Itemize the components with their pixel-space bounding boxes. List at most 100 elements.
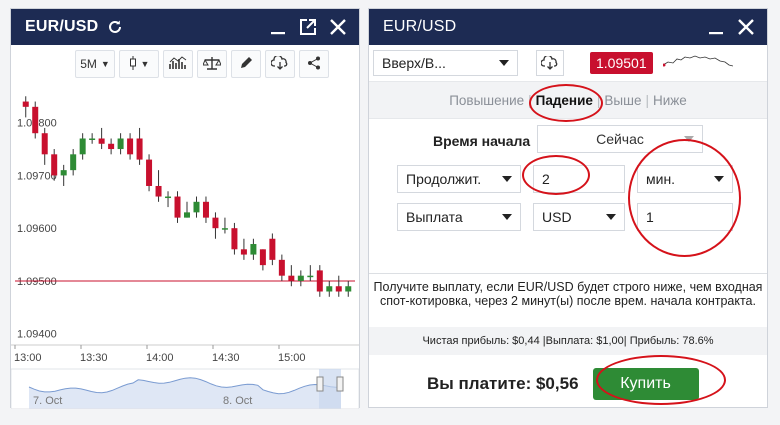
price-chart[interactable]: 1.098001.097001.096001.095001.0940013:00… [11, 83, 359, 409]
y-tick-label: 1.09600 [17, 223, 57, 235]
candle-body [136, 138, 143, 160]
share-icon [307, 56, 321, 73]
navigator-label: 7. Oct [33, 395, 62, 407]
candle-body [108, 143, 115, 150]
tab-fall[interactable]: Падение [536, 93, 593, 108]
chart-toolbar: 5M ▼ ▼ [11, 45, 359, 83]
candle-body [240, 249, 247, 255]
balance-icon [202, 56, 222, 73]
candle-body [60, 170, 67, 176]
candle-body [98, 138, 105, 144]
candle-body [316, 270, 323, 292]
tab-lower[interactable]: Ниже [653, 93, 687, 108]
trade-titlebar: EUR/USD [369, 9, 767, 45]
currency-select[interactable]: USD [533, 203, 625, 231]
candle-body [193, 201, 200, 213]
tab-higher[interactable]: Выше [604, 93, 641, 108]
candle-body [259, 249, 266, 266]
minimize-icon[interactable] [267, 16, 289, 38]
refresh-icon[interactable] [104, 16, 126, 38]
candle-body [212, 217, 219, 229]
contract-type-select[interactable]: Вверх/В... [373, 50, 518, 76]
candle-body [146, 159, 153, 186]
candle-body [117, 138, 124, 150]
y-tick-label: 1.09500 [17, 276, 57, 288]
x-tick-label: 13:00 [14, 352, 42, 364]
payout-type-label: Выплата [406, 209, 463, 225]
candle-body [307, 275, 314, 278]
candle-body [22, 101, 29, 107]
contract-description: Получите выплату, если EUR/USD будет стр… [369, 273, 767, 308]
candle-body [184, 212, 190, 218]
compare-button[interactable] [197, 50, 227, 78]
pay-amount: Вы платите: $0,56 [427, 374, 579, 393]
cloud-download-icon [541, 56, 558, 70]
candle-body [345, 286, 352, 292]
candle-body [32, 106, 39, 134]
payout-type-select[interactable]: Выплата [397, 203, 521, 231]
x-tick-label: 15:00 [278, 352, 306, 364]
minimize-icon[interactable] [705, 16, 727, 38]
navigator-label: 8. Oct [223, 395, 252, 407]
duration-type-select[interactable]: Продолжит. [397, 165, 521, 193]
candle-body [335, 286, 342, 292]
trade-form: Время начала Сейчас Продолжит. 2 мин. Вы… [369, 119, 767, 269]
x-tick-label: 13:30 [80, 352, 108, 364]
trade-panel: EUR/USD Вверх/В... 1.09501 Повышение | П… [368, 8, 768, 408]
candle-body [165, 196, 172, 199]
download-button[interactable] [265, 50, 295, 78]
pencil-icon [239, 56, 253, 73]
start-time-value: Сейчас [596, 131, 644, 147]
price-sparkline [662, 55, 733, 67]
candle-body [70, 154, 77, 171]
duration-unit-select[interactable]: мин. [637, 165, 733, 193]
cloud-download-icon [270, 54, 289, 73]
close-icon[interactable] [327, 16, 349, 38]
amount-input[interactable]: 1 [637, 203, 733, 231]
purchase-row: Вы платите: $0,56 Купить [369, 361, 767, 407]
cloud-download-button[interactable] [536, 50, 564, 76]
duration-type-label: Продолжит. [406, 171, 482, 187]
x-tick-label: 14:30 [212, 352, 240, 364]
currency-label: USD [542, 209, 572, 225]
navigator-handle[interactable] [316, 376, 324, 392]
profit-summary: Чистая прибыль: $0,44 |Выплата: $1,00| П… [369, 327, 767, 355]
duration-unit-label: мин. [646, 171, 676, 187]
contract-tabs: Повышение | Падение | Выше | Ниже [369, 81, 767, 119]
candle-body [297, 275, 304, 281]
candle-body [127, 138, 134, 155]
duration-input[interactable]: 2 [533, 165, 625, 193]
candle-body [41, 133, 48, 155]
start-time-select[interactable]: Сейчас [537, 125, 703, 153]
candle-body [202, 201, 209, 218]
popout-icon[interactable] [297, 16, 319, 38]
share-button[interactable] [299, 50, 329, 78]
candle-body [51, 154, 58, 176]
chart-type-button[interactable]: ▼ [119, 50, 159, 78]
candle-body [278, 259, 285, 276]
chart-titlebar: EUR/USD [11, 9, 359, 45]
y-tick-label: 1.09700 [17, 170, 57, 182]
close-icon[interactable] [735, 16, 757, 38]
candle-body [174, 196, 181, 218]
timeframe-label: 5M [80, 57, 97, 71]
candle-body [231, 228, 238, 250]
contract-row: Вверх/В... 1.09501 [369, 45, 767, 81]
candle-body [269, 238, 276, 260]
timeframe-select[interactable]: 5M ▼ [75, 50, 115, 78]
contract-type-label: Вверх/В... [382, 55, 446, 71]
draw-button[interactable] [231, 50, 261, 78]
indicators-icon [169, 55, 187, 73]
buy-button[interactable]: Купить [592, 368, 699, 400]
candle-body [288, 275, 295, 281]
navigator-handle[interactable] [336, 376, 344, 392]
chart-title: EUR/USD [25, 18, 99, 35]
duration-value: 2 [542, 171, 550, 187]
tab-rise[interactable]: Повышение [449, 93, 524, 108]
x-tick-label: 14:00 [146, 352, 174, 364]
candle-body [250, 244, 257, 255]
candle-body [221, 228, 228, 230]
indicators-button[interactable] [163, 50, 193, 78]
amount-value: 1 [646, 209, 654, 225]
trade-title: EUR/USD [383, 18, 457, 35]
